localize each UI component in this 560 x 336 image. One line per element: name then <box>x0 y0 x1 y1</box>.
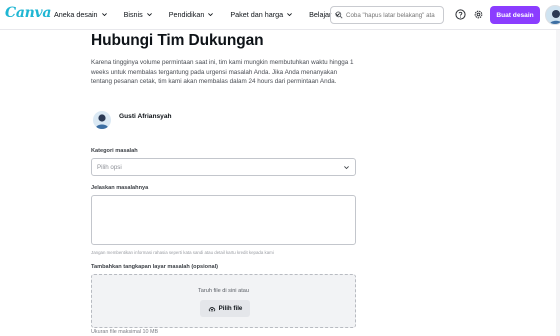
user-avatar-image <box>549 10 560 24</box>
privacy-hint: Jangan membentikan informasi rahasia sep… <box>91 250 274 255</box>
search-icon <box>335 11 343 19</box>
category-label: Kategori masalah <box>91 148 138 154</box>
create-design-button[interactable]: Buat desain <box>490 6 540 24</box>
user-info: Gusti Afriansyah <box>93 111 172 129</box>
intro-text: Karena tingginya volume permintaan saat … <box>91 59 354 86</box>
chevron-down-icon <box>146 13 152 17</box>
user-avatar-image <box>95 114 109 129</box>
file-dropzone[interactable]: Taruh file di sini atau Pilih file <box>91 274 356 328</box>
screenshot-label: Tambahkan tangkapan layar masalah (opsio… <box>91 264 219 270</box>
top-navigation-bar: Canva Aneka desain Bisnis Pendidikan Pak… <box>0 0 560 30</box>
upload-cloud-icon <box>208 306 215 312</box>
describe-label: Jelaskan masalahnya <box>91 185 149 191</box>
nav-item-pendidikan[interactable]: Pendidikan <box>169 10 215 19</box>
chevron-down-icon <box>344 166 349 170</box>
scrollbar[interactable] <box>556 30 560 336</box>
nav-item-label: Aneka desain <box>54 10 98 19</box>
main-nav: Aneka desain Bisnis Pendidikan Paket dan… <box>54 10 357 19</box>
search-input[interactable] <box>346 11 443 19</box>
avatar <box>93 111 111 129</box>
choose-file-label: Pilih file <box>218 305 243 312</box>
category-select-value: Pilih opsi <box>97 163 122 171</box>
avatar[interactable] <box>545 5 560 25</box>
describe-textarea[interactable] <box>91 195 356 245</box>
nav-item-label: Paket dan harga <box>230 10 284 19</box>
chevron-down-icon <box>287 13 292 17</box>
user-name: Gusti Afriansyah <box>119 112 172 120</box>
chevron-down-icon <box>101 13 107 17</box>
nav-item-bisnis[interactable]: Bisnis <box>124 10 153 19</box>
category-select[interactable]: Pilih opsi <box>91 158 356 176</box>
help-icon[interactable] <box>455 9 466 20</box>
search-box[interactable] <box>330 6 444 24</box>
nav-item-paket-dan-harga[interactable]: Paket dan harga <box>230 10 293 19</box>
nav-item-label: Pendidikan <box>168 10 205 19</box>
nav-item-label: Bisnis <box>123 10 143 19</box>
nav-item-label: Belajar <box>309 10 332 19</box>
chevron-down-icon <box>208 13 214 17</box>
page-title: Hubungi Tim Dukungan <box>91 32 264 49</box>
gear-icon[interactable] <box>473 9 484 20</box>
max-file-size: Ukuran file maksimal 10 MB <box>91 329 159 335</box>
nav-item-aneka-desain[interactable]: Aneka desain <box>54 10 108 19</box>
dropzone-text: Taruh file di sini atau <box>198 288 249 294</box>
canva-logo[interactable]: Canva <box>5 5 51 21</box>
choose-file-button[interactable]: Pilih file <box>200 300 250 317</box>
